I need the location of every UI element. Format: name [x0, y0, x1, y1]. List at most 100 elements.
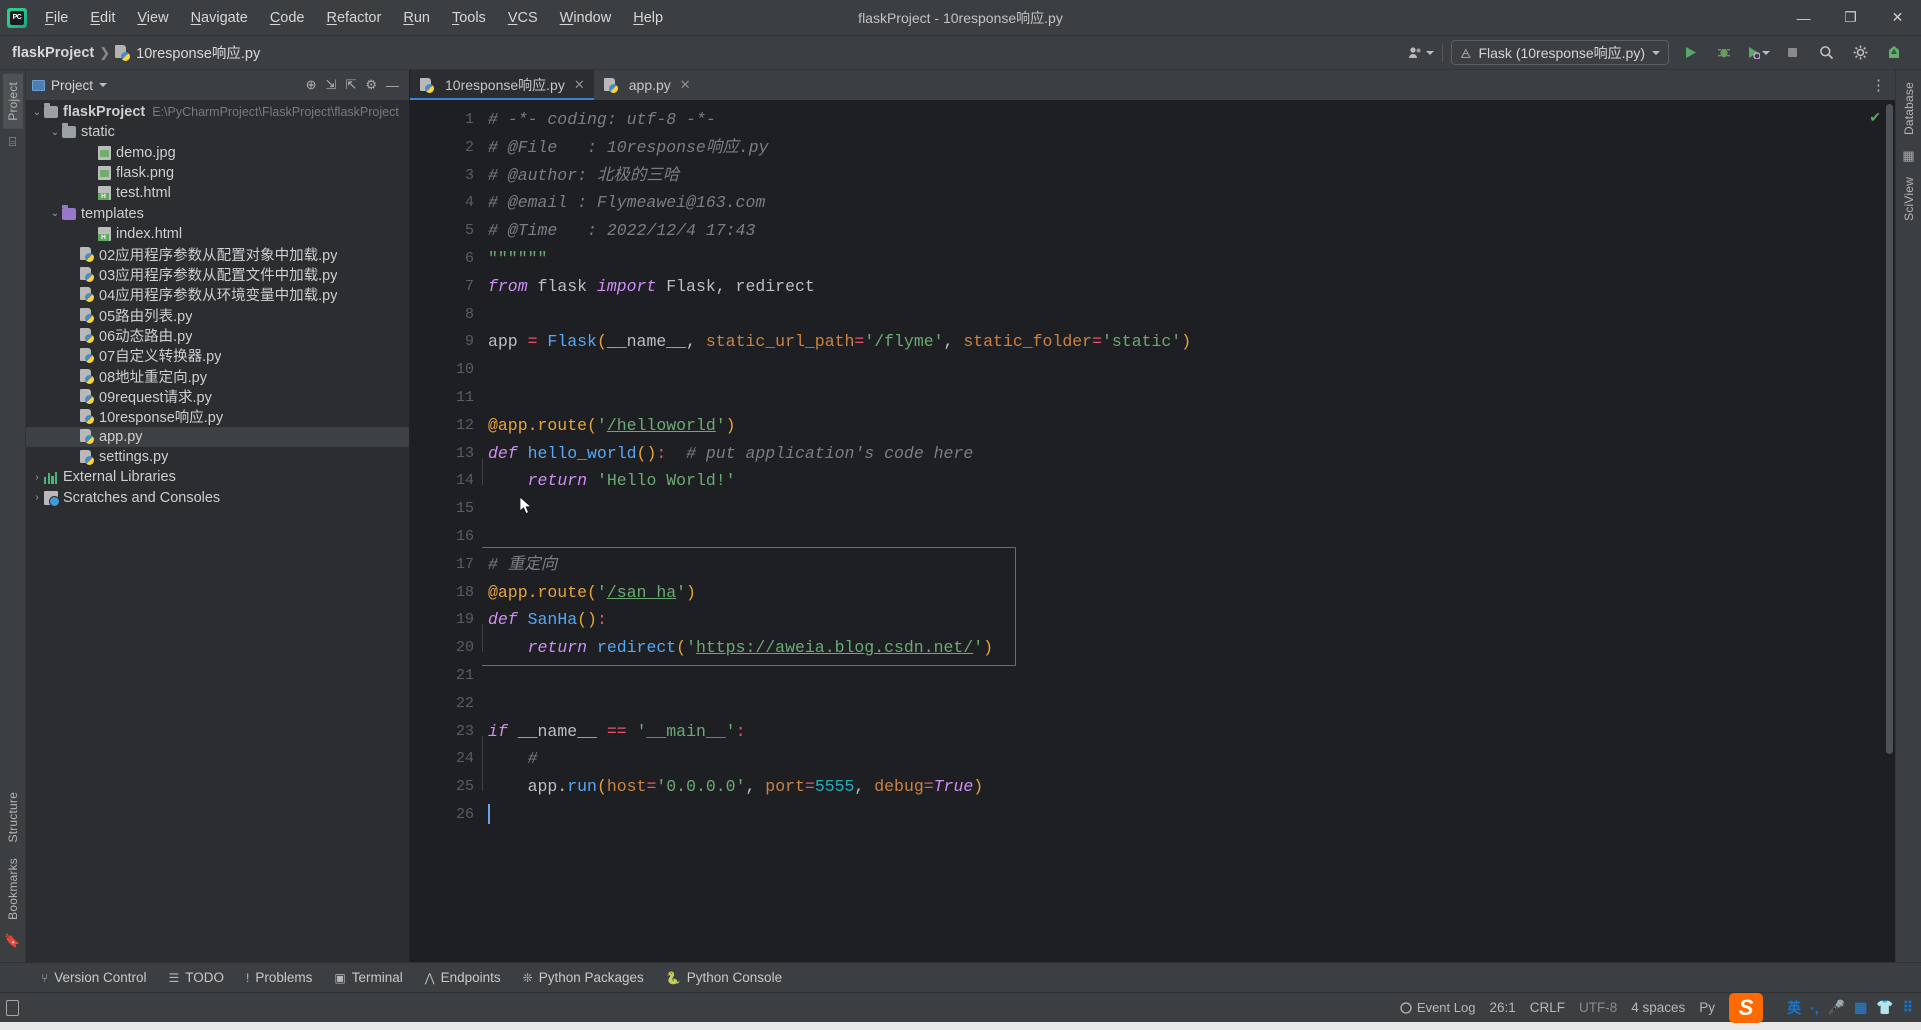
ime-language-icon[interactable]: 英: [1787, 998, 1801, 1018]
menu-item-tools[interactable]: Tools: [441, 6, 497, 30]
menu-item-refactor[interactable]: Refactor: [316, 6, 393, 30]
gear-icon[interactable]: [1847, 40, 1873, 66]
menu-item-help[interactable]: Help: [622, 6, 674, 30]
tool-window-version-control[interactable]: ⑂ Version Control: [30, 967, 158, 988]
close-button[interactable]: ✕: [1874, 0, 1921, 36]
project-panel-title[interactable]: Project: [32, 78, 108, 93]
file-encoding[interactable]: UTF-8: [1579, 1000, 1617, 1015]
tool-window-endpoints[interactable]: ⋀ Endpoints: [414, 967, 512, 988]
code-line[interactable]: # 重定向: [482, 551, 1895, 579]
editor-tab[interactable]: 10response响应.py ✕: [410, 70, 594, 100]
code-line[interactable]: #: [482, 745, 1895, 773]
tool-window-terminal[interactable]: ▣ Terminal: [323, 967, 413, 988]
hide-icon[interactable]: —: [386, 78, 399, 93]
code-line[interactable]: app = Flask(__name__, static_url_path='/…: [482, 328, 1895, 356]
code-line[interactable]: [482, 301, 1895, 329]
rail-tab-sciview[interactable]: SciView: [1899, 169, 1919, 229]
rail-tab-project[interactable]: Project: [2, 74, 23, 129]
rail-tab-database[interactable]: Database: [1899, 74, 1919, 143]
close-tab-icon[interactable]: ✕: [574, 77, 585, 93]
stop-button[interactable]: [1779, 40, 1805, 66]
keyboard-icon[interactable]: ▦: [1854, 999, 1867, 1016]
more-options-icon[interactable]: ⋮: [1871, 76, 1887, 94]
code-line[interactable]: if __name__ == '__main__':: [482, 718, 1895, 746]
tree-node[interactable]: 03应用程序参数从配置文件中加载.py: [26, 264, 409, 284]
code-line[interactable]: # @email : Flymeawei@163.com: [482, 189, 1895, 217]
collapse-icon[interactable]: ⇲: [326, 77, 337, 93]
code-line[interactable]: [482, 384, 1895, 412]
tree-node[interactable]: flask.png: [26, 163, 409, 183]
tree-node[interactable]: › Scratches and Consoles: [26, 488, 409, 508]
caret-position[interactable]: 26:1: [1489, 1000, 1515, 1015]
tree-node[interactable]: ⌄ flaskProject E:\PyCharmProject\FlaskProj…: [26, 102, 409, 122]
tree-node[interactable]: ⌄ static: [26, 122, 409, 142]
code-line[interactable]: # @author: 北极的三哈: [482, 162, 1895, 190]
code-line[interactable]: return 'Hello World!': [482, 467, 1895, 495]
run-configuration-selector[interactable]: 🜁 Flask (10response响应.py): [1451, 40, 1669, 65]
tree-node[interactable]: 02应用程序参数从配置对象中加载.py: [26, 244, 409, 264]
tree-node[interactable]: 05路由列表.py: [26, 305, 409, 325]
breadcrumb-file[interactable]: 10response响应.py: [136, 42, 260, 63]
menu-item-file[interactable]: File: [34, 6, 79, 30]
code-line[interactable]: """""": [482, 245, 1895, 273]
code-content[interactable]: # -*- coding: utf-8 -*- # @File : 10respo…: [482, 100, 1895, 962]
rail-tab-bookmarks[interactable]: Bookmarks: [3, 850, 23, 928]
tree-node[interactable]: 04应用程序参数从环境变量中加载.py: [26, 285, 409, 305]
code-line[interactable]: def hello_world(): # put application's c…: [482, 440, 1895, 468]
code-line[interactable]: # @File : 10response响应.py: [482, 134, 1895, 162]
commit-icon[interactable]: ⌸: [9, 134, 17, 150]
search-icon[interactable]: [1813, 40, 1839, 66]
tree-node[interactable]: demo.jpg: [26, 143, 409, 163]
inspection-status-icon[interactable]: ✔: [1869, 109, 1881, 126]
event-log-button[interactable]: Event Log: [1400, 1000, 1475, 1015]
code-line[interactable]: # @Time : 2022/12/4 17:43: [482, 217, 1895, 245]
code-editor[interactable]: 1 2 3 4 5 6 7 8 9 10 11 12 13 14 15 16 17 18 19 20 21 22 23 24 2…: [410, 100, 1895, 962]
sogou-ime-icon[interactable]: S: [1729, 992, 1764, 1023]
debug-button[interactable]: [1711, 40, 1737, 66]
tree-node[interactable]: 06动态路由.py: [26, 325, 409, 345]
tool-window-todo[interactable]: ☰ TODO: [158, 967, 236, 988]
code-line[interactable]: # -*- coding: utf-8 -*-: [482, 106, 1895, 134]
menu-item-view[interactable]: View: [126, 6, 179, 30]
grid-icon[interactable]: ▦: [1902, 148, 1914, 164]
code-line[interactable]: return redirect('https://aweia.blog.csdn…: [482, 634, 1895, 662]
account-icon[interactable]: [1408, 40, 1435, 66]
tree-node[interactable]: 10response响应.py: [26, 406, 409, 426]
chevron-right-icon[interactable]: ›: [30, 472, 44, 483]
menu-item-edit[interactable]: Edit: [79, 6, 126, 30]
line-separator[interactable]: CRLF: [1530, 1000, 1565, 1015]
tree-node[interactable]: ⌄ templates: [26, 203, 409, 223]
code-line[interactable]: @app.route('/helloworld'): [482, 412, 1895, 440]
menu-item-run[interactable]: Run: [392, 6, 441, 30]
run-button[interactable]: [1677, 40, 1703, 66]
layout-icon[interactable]: [6, 999, 19, 1016]
code-line[interactable]: [482, 356, 1895, 384]
code-line[interactable]: from flask import Flask, redirect: [482, 273, 1895, 301]
run-coverage-button[interactable]: [1745, 40, 1771, 66]
tree-node[interactable]: index.html: [26, 224, 409, 244]
shirt-icon[interactable]: 👕: [1876, 999, 1893, 1016]
code-line[interactable]: [482, 662, 1895, 690]
tree-node[interactable]: settings.py: [26, 447, 409, 467]
tool-window-python-packages[interactable]: ❊ Python Packages: [512, 967, 655, 988]
chevron-down-icon[interactable]: ⌄: [48, 127, 62, 138]
minimize-button[interactable]: —: [1780, 0, 1827, 36]
apps-icon[interactable]: ⠿: [1903, 999, 1913, 1016]
close-tab-icon[interactable]: ✕: [680, 77, 691, 93]
mic-icon[interactable]: 🎤: [1828, 999, 1845, 1016]
code-line[interactable]: [482, 801, 1895, 829]
code-line[interactable]: def SanHa():: [482, 606, 1895, 634]
tree-node[interactable]: app.py: [26, 426, 409, 448]
editor-tab-actions[interactable]: ⋮: [1871, 70, 1895, 100]
breadcrumb-project[interactable]: flaskProject: [12, 45, 94, 61]
menu-item-navigate[interactable]: Navigate: [180, 6, 259, 30]
scrollbar-thumb[interactable]: [1886, 104, 1893, 754]
tree-node[interactable]: › External Libraries: [26, 467, 409, 487]
punctuation-icon[interactable]: ·,: [1810, 1000, 1819, 1016]
rail-tab-structure[interactable]: Structure: [3, 784, 23, 851]
tool-window-python-console[interactable]: 🐍 Python Console: [655, 967, 793, 988]
chevron-down-icon[interactable]: ⌄: [30, 107, 44, 118]
tree-node[interactable]: 08地址重定向.py: [26, 366, 409, 386]
expand-icon[interactable]: ⇱: [345, 77, 356, 93]
code-line[interactable]: [482, 495, 1895, 523]
